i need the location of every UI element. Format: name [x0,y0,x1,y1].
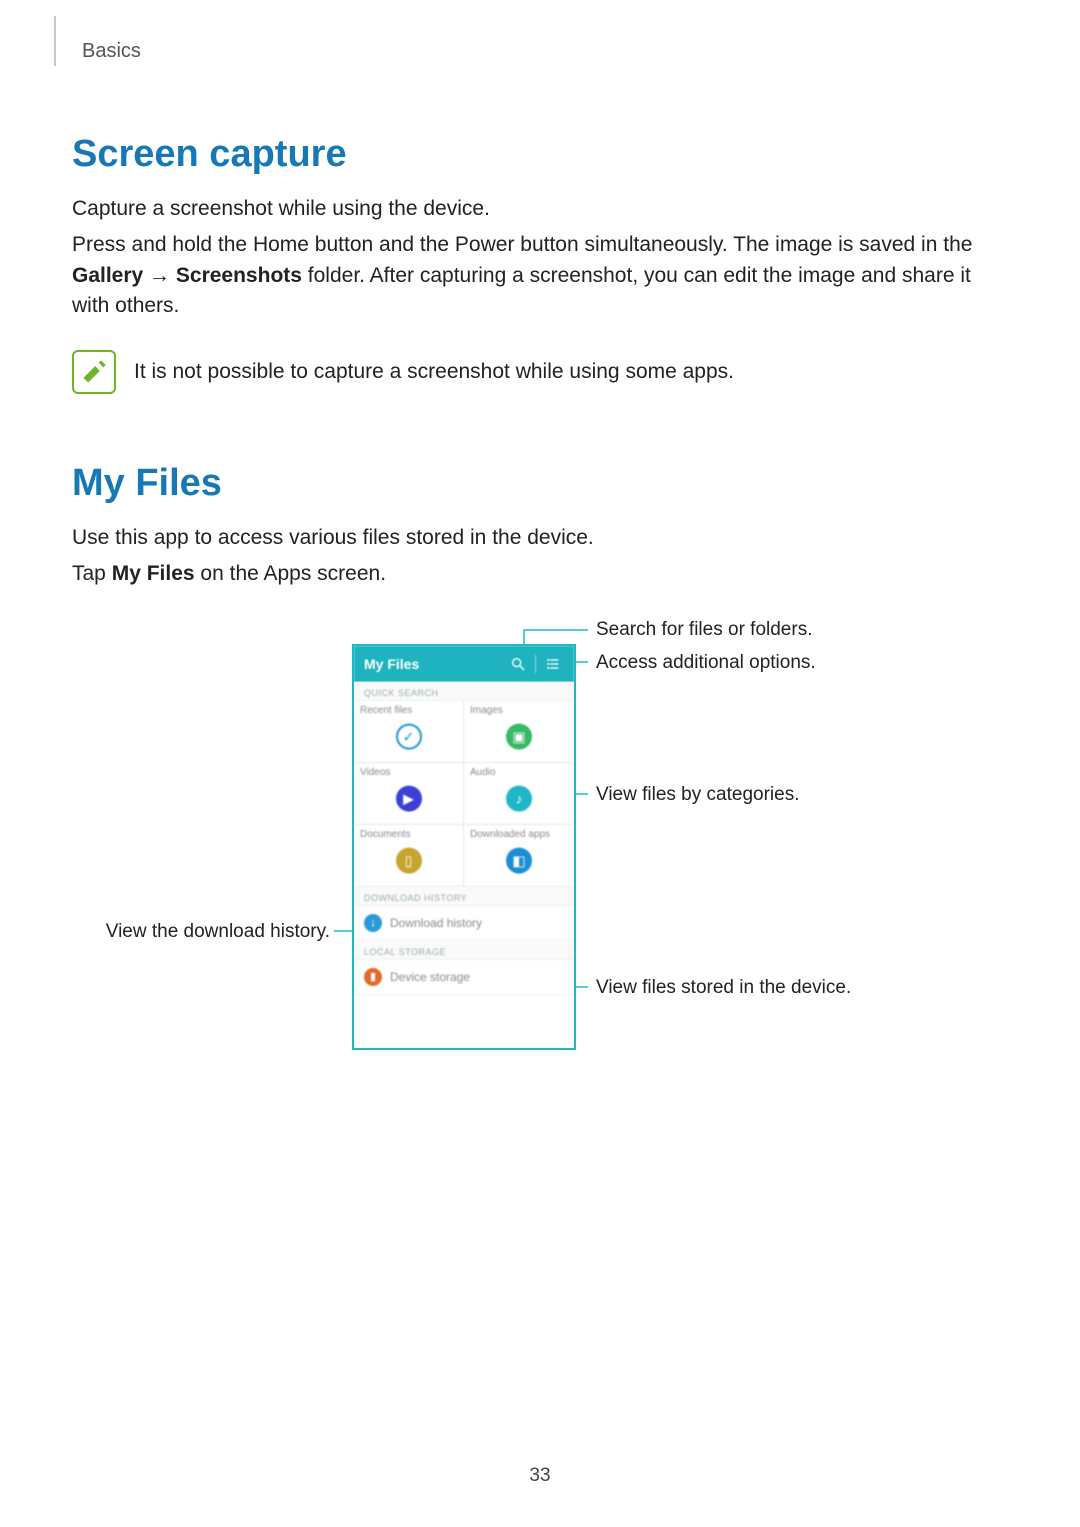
phone-mock: My Files QUICK SEARCH Recent files ✓ Ima… [352,644,576,1050]
apps-icon: ◧ [506,848,532,874]
note-row: It is not possible to capture a screensh… [72,350,1010,394]
phone-header: My Files [354,646,574,682]
cell-videos[interactable]: Videos ▶ [354,763,464,825]
cell-audio-label: Audio [470,767,568,778]
my-files-tap: Tap My Files on the Apps screen. [72,559,1010,589]
mf-bold: My Files [112,562,195,585]
cell-recent-files[interactable]: Recent files ✓ [354,701,464,763]
page-number: 33 [529,1465,550,1487]
cell-documents[interactable]: Documents ▯ [354,825,464,887]
row-download-history[interactable]: ↓ Download history [354,906,574,941]
breadcrumb: Basics [82,40,1010,63]
storage-icon: ▮ [364,968,382,986]
callout-search: Search for files or folders. [596,619,812,641]
cell-apps-label: Downloaded apps [470,829,568,840]
sc-bold-screenshots: Screenshots [176,264,302,287]
image-icon: ▣ [506,724,532,750]
category-grid: Recent files ✓ Images ▣ Videos ▶ Audio ♪… [354,701,574,887]
download-icon: ↓ [364,914,382,932]
more-options-icon[interactable] [542,653,564,675]
note-text: It is not possible to capture a screensh… [134,360,734,384]
note-icon [72,350,116,394]
callout-device-storage: View files stored in the device. [596,977,851,999]
pen-icon [80,358,108,386]
cell-images-label: Images [470,705,568,716]
callout-categories: View files by categories. [596,784,799,806]
local-storage-label: LOCAL STORAGE [354,941,574,960]
sc-bold-gallery: Gallery [72,264,143,287]
cell-downloaded-apps[interactable]: Downloaded apps ◧ [464,825,574,887]
screen-capture-intro: Capture a screenshot while using the dev… [72,194,1010,224]
header-divider [535,655,536,673]
video-icon: ▶ [396,786,422,812]
mf-text-pre: Tap [72,562,112,585]
cell-images[interactable]: Images ▣ [464,701,574,763]
cell-audio[interactable]: Audio ♪ [464,763,574,825]
heading-screen-capture: Screen capture [72,133,1010,176]
sc-text-pre: Press and hold the Home button and the P… [72,233,972,256]
device-storage-text: Device storage [390,970,470,984]
screen-capture-instructions: Press and hold the Home button and the P… [72,230,1010,321]
document-icon: ▯ [396,848,422,874]
sc-arrow: → [143,264,176,287]
diagram-wrap: Search for files or folders. Access addi… [72,616,1012,1116]
callout-options: Access additional options. [596,652,816,674]
phone-title: My Files [364,656,507,672]
download-history-label: DOWNLOAD HISTORY [354,887,574,906]
callout-download-history: View the download history. [94,921,330,943]
quick-search-label: QUICK SEARCH [354,682,574,701]
heading-my-files: My Files [72,462,1010,505]
download-history-text: Download history [390,916,482,930]
cell-videos-label: Videos [360,767,457,778]
cell-documents-label: Documents [360,829,457,840]
mf-text-post: on the Apps screen. [195,562,386,585]
cell-recent-label: Recent files [360,705,457,716]
row-device-storage[interactable]: ▮ Device storage [354,960,574,995]
music-icon: ♪ [506,786,532,812]
search-icon[interactable] [507,653,529,675]
clock-icon: ✓ [396,724,422,750]
header-accent-line [54,16,56,66]
my-files-intro: Use this app to access various files sto… [72,523,1010,553]
